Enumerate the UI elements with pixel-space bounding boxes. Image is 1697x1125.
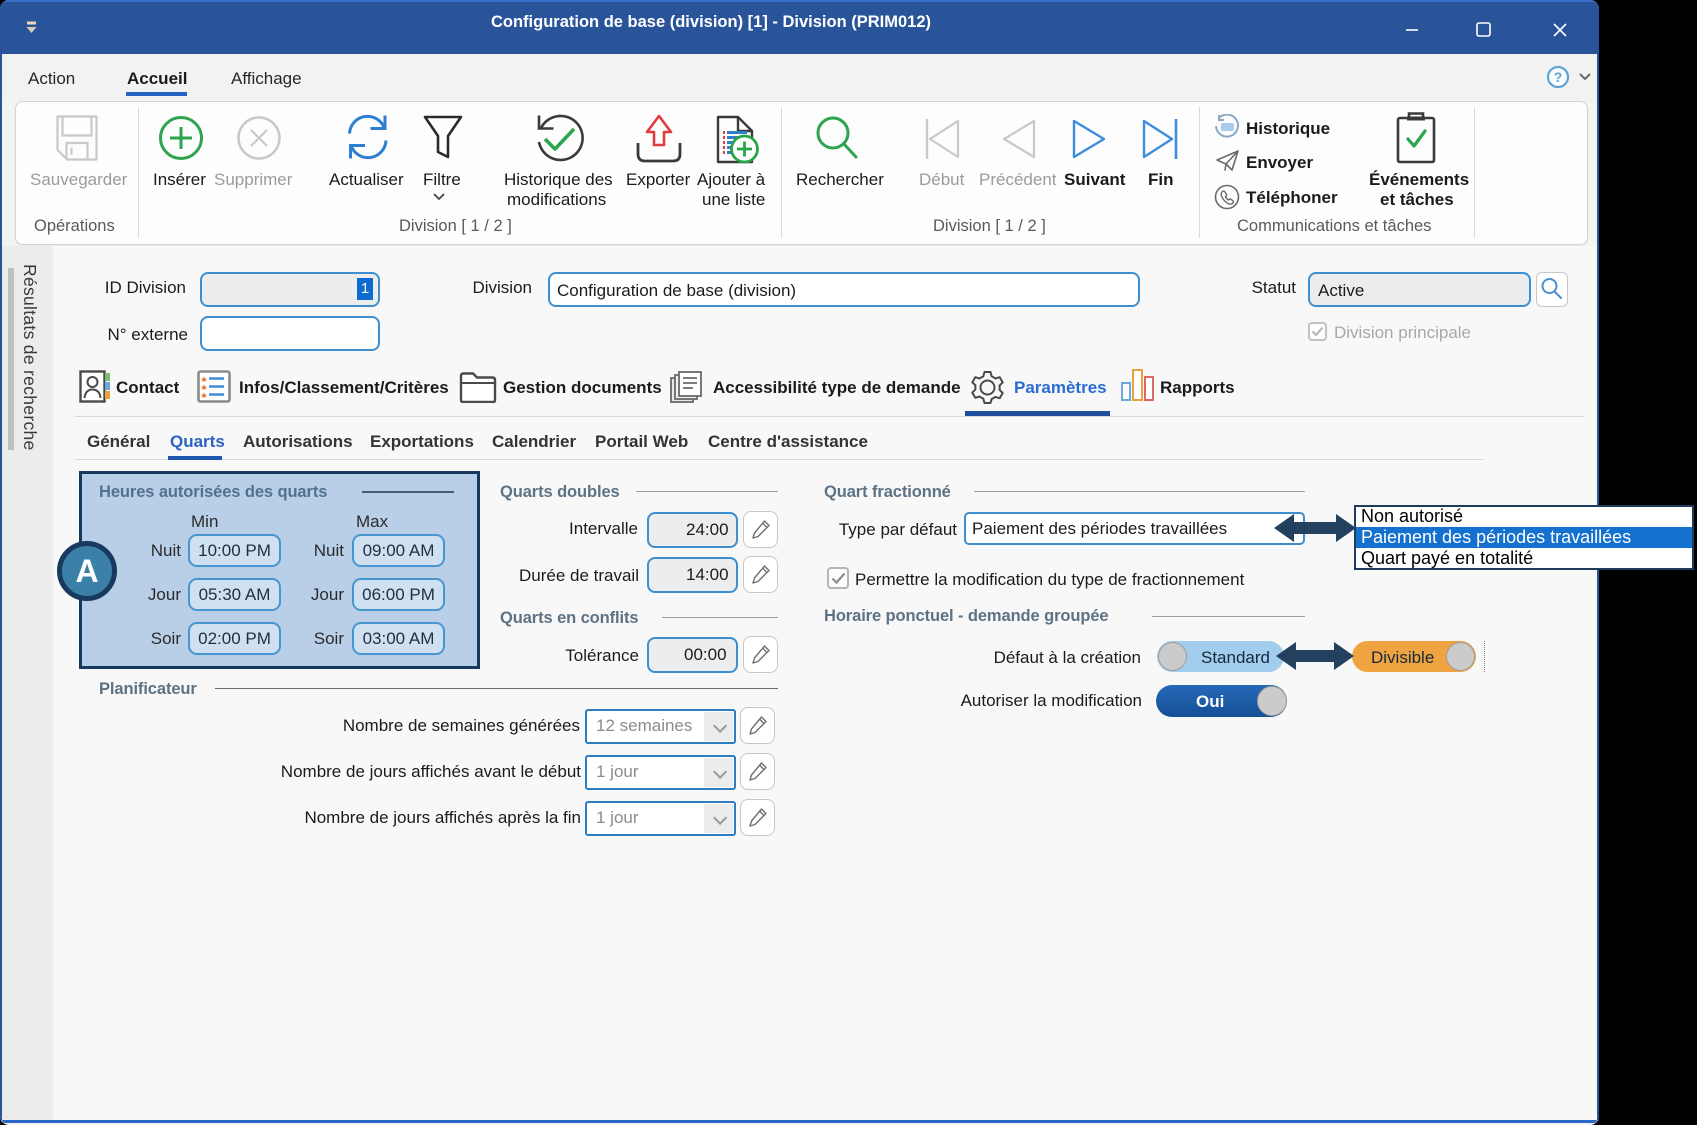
- svg-text:?: ?: [1554, 69, 1563, 85]
